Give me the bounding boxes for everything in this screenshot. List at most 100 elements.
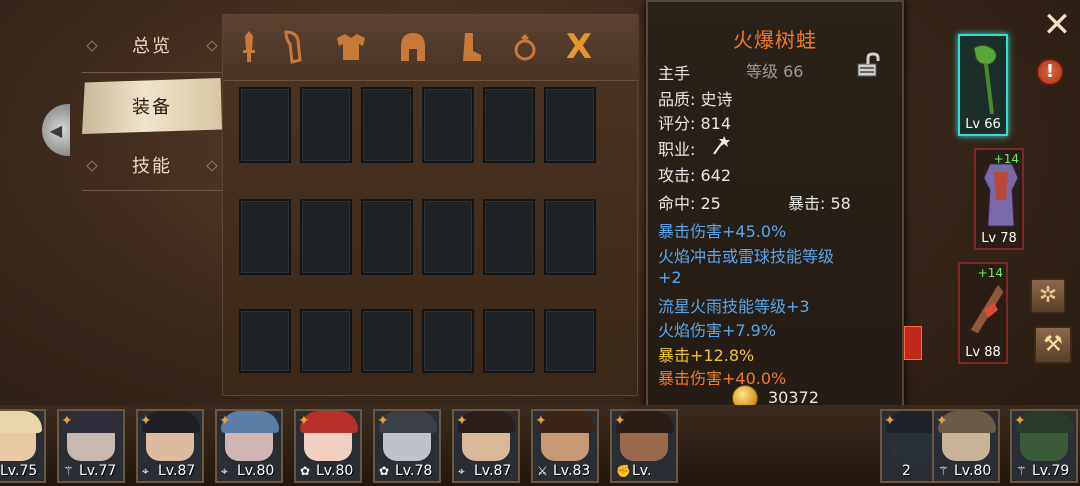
hero-portrait-hair (0, 411, 42, 433)
inventory-slot[interactable] (483, 199, 535, 275)
item-score: 评分: 814 (658, 114, 732, 133)
hero-class-icon (886, 464, 898, 478)
weapon-type-icon: ✦ (936, 413, 948, 429)
tab-equipment[interactable]: 装备 (82, 78, 222, 134)
close-filter-button[interactable]: X (561, 29, 597, 65)
enhance-badge: +14 (977, 266, 1003, 280)
item-slot: 主手 (658, 64, 691, 83)
hero-level: Lv.87 (474, 463, 512, 479)
frog-staff-icon (973, 44, 997, 115)
hero-card[interactable]: ✦ ⚚ Lv.77 (57, 409, 125, 483)
inventory-slot[interactable] (422, 199, 474, 275)
weapon-type-icon: ✦ (140, 413, 152, 429)
skill-button-axe[interactable]: ⚒ (1034, 326, 1072, 364)
inventory-slot[interactable] (544, 87, 596, 163)
weapon-type-icon: ✦ (61, 413, 73, 429)
inventory-slot[interactable] (361, 309, 413, 373)
attr-line: 流星火雨技能等级+3 (658, 297, 810, 316)
hero-card[interactable]: ✦ ✊ Lv. (610, 409, 678, 483)
hero-level: Lv.79 (1032, 463, 1070, 479)
inventory-slot[interactable] (361, 199, 413, 275)
weapon-type-icon: ✦ (1014, 413, 1026, 429)
hero-roster-bar: ✦Lv.75✦⚚Lv.77✦⌖Lv.87✦⌖Lv.80✦✿Lv.80✦✿Lv.7… (0, 405, 1080, 486)
hero-card[interactable]: ✦ ⚚ Lv.79 (1010, 409, 1078, 483)
inventory-slot[interactable] (361, 87, 413, 163)
diamond-icon (206, 160, 218, 172)
weapon-type-icon: ✦ (535, 413, 547, 429)
gauntlet-icon (969, 283, 1005, 335)
star-burst-icon: ✲ (1038, 283, 1058, 308)
hero-card[interactable]: ✦ ✿ Lv.80 (294, 409, 362, 483)
inventory-slot[interactable] (300, 199, 352, 275)
tab-skills[interactable]: 技能 (82, 140, 222, 190)
unlock-icon[interactable] (856, 52, 882, 78)
hero-class-icon: ⌖ (458, 464, 465, 478)
inventory-slot[interactable] (422, 87, 474, 163)
hero-level: Lv.80 (954, 463, 992, 479)
hero-level: Lv.75 (0, 463, 38, 479)
close-icon[interactable]: ✕ (1040, 8, 1074, 42)
hero-class-icon: ⌖ (142, 464, 149, 478)
inventory-slot[interactable] (483, 309, 535, 373)
divider (82, 72, 222, 73)
hero-level: Lv.80 (316, 463, 354, 479)
sword-icon[interactable] (231, 29, 267, 65)
tab-overview[interactable]: 总览 (82, 20, 222, 70)
inventory-slot[interactable] (300, 87, 352, 163)
hero-card[interactable]: ✦ ⌖ Lv.87 (452, 409, 520, 483)
inventory-slot[interactable] (544, 309, 596, 373)
collapse-arrow-button[interactable]: ◀ (42, 104, 70, 156)
hero-class-icon: ✿ (300, 464, 311, 478)
item-crit: 暴击: 58 (788, 194, 851, 213)
category-nav: 总览 装备 技能 (82, 14, 222, 194)
item-attack: 攻击: 642 (658, 166, 732, 185)
hero-card[interactable]: ✦ ✿ Lv.78 (373, 409, 441, 483)
item-level: 等级 66 (746, 62, 804, 81)
attr-line: +2 (658, 268, 682, 287)
equip-slot-arm[interactable]: +14 Lv 88 (958, 262, 1008, 364)
inventory-slot[interactable] (239, 87, 291, 163)
alert-icon[interactable]: ! (1036, 58, 1064, 86)
arm-icon[interactable] (275, 29, 311, 65)
hero-card[interactable]: ✦ ⚚ Lv.80 (932, 409, 1000, 483)
divider (82, 190, 222, 191)
item-hit: 命中: 25 (658, 194, 721, 213)
hero-card[interactable]: ✦ ⚔ Lv.83 (531, 409, 599, 483)
weapon-type-icon: ✦ (377, 413, 389, 429)
diamond-icon (86, 40, 98, 52)
hero-card[interactable]: ✦Lv.75 (0, 409, 46, 483)
side-tab[interactable] (904, 326, 922, 360)
attr-line-yellow: 暴击+12.8% (658, 346, 755, 365)
hero-card[interactable]: ✦ ⌖ Lv.80 (215, 409, 283, 483)
diamond-icon (86, 160, 98, 172)
inventory-slot[interactable] (422, 309, 474, 373)
hero-level: 2 (902, 463, 911, 479)
hero-class-icon: ⌖ (221, 464, 228, 478)
tab-skills-label: 技能 (132, 156, 172, 177)
skill-button-star[interactable]: ✲ (1030, 278, 1066, 314)
boots-icon[interactable] (453, 29, 489, 65)
inventory-slot[interactable] (483, 87, 535, 163)
ring-icon[interactable] (507, 29, 543, 65)
hero-level: Lv.80 (237, 463, 275, 479)
chest-armor-icon[interactable] (333, 29, 369, 65)
hero-level: Lv.83 (553, 463, 591, 479)
helmet-icon[interactable] (395, 29, 431, 65)
equip-slot-armor[interactable]: +14 Lv 78 (974, 148, 1024, 250)
weapon-type-icon: ✦ (614, 413, 626, 429)
hero-class-icon: ⚚ (1016, 464, 1027, 478)
inventory-slot[interactable] (239, 309, 291, 373)
axe-icon: ⚒ (1043, 332, 1063, 357)
chevron-left-icon: ◀ (49, 120, 63, 140)
equip-level: Lv 88 (965, 345, 1001, 360)
equip-slot-mainhand[interactable]: Lv 66 (958, 34, 1008, 136)
inventory-panel: X (222, 14, 639, 396)
equip-level: Lv 78 (981, 231, 1017, 246)
enhance-badge: +14 (993, 152, 1019, 166)
inventory-slot[interactable] (300, 309, 352, 373)
inventory-slot[interactable] (544, 199, 596, 275)
hero-level: Lv. (632, 463, 652, 479)
inventory-slot[interactable] (239, 199, 291, 275)
hero-class-icon: ⚚ (63, 464, 74, 478)
hero-card[interactable]: ✦ ⌖ Lv.87 (136, 409, 204, 483)
